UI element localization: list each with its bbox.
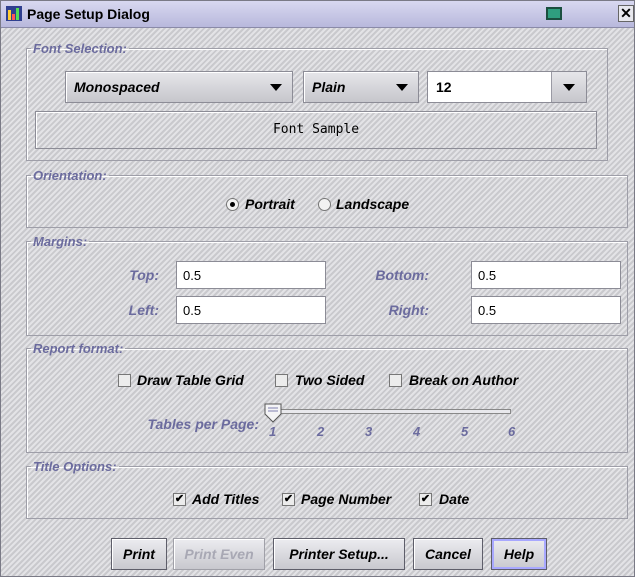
chart-app-icon [6,6,22,21]
date-checkbox[interactable]: ✔ [419,493,432,506]
chevron-down-icon [396,84,408,91]
title-bar[interactable]: Page Setup Dialog ✕ [1,1,634,28]
font-family-value: Monospaced [74,79,160,95]
right-margin-label: Right: [388,302,429,318]
printer-setup-button[interactable]: Printer Setup... [273,538,405,570]
margins-legend: Margins: [33,234,88,249]
font-style-value: Plain [312,79,346,95]
slider-tick-label: 2 [317,424,325,439]
portrait-label[interactable]: Portrait [245,196,295,212]
add-titles-checkbox[interactable]: ✔ [173,493,186,506]
maximize-icon[interactable] [546,7,562,20]
page-number-label[interactable]: Page Number [301,491,391,507]
tables-per-page-label: Tables per Page: [147,416,259,432]
page-number-checkbox[interactable]: ✔ [282,493,295,506]
slider-tick-label: 5 [461,424,469,439]
slider-tick-label: 6 [508,424,516,439]
add-titles-label[interactable]: Add Titles [192,491,259,507]
right-margin-field[interactable]: 0.5 [471,296,621,324]
draw-table-grid-label[interactable]: Draw Table Grid [137,372,244,388]
title-options-group: Title Options: [26,459,628,519]
orientation-legend: Orientation: [33,168,107,183]
help-button[interactable]: Help [491,538,547,570]
close-icon[interactable]: ✕ [618,5,634,22]
font-size-value: 12 [436,79,452,95]
break-on-author-label[interactable]: Break on Author [409,372,518,388]
left-margin-field[interactable]: 0.5 [176,296,326,324]
font-sample-preview: Font Sample [35,111,597,149]
cancel-button[interactable]: Cancel [413,538,483,570]
landscape-radio[interactable] [318,198,331,211]
bottom-margin-label: Bottom: [375,267,429,283]
top-margin-field[interactable]: 0.5 [176,261,326,289]
window-title: Page Setup Dialog [27,6,150,22]
title-options-legend: Title Options: [33,459,117,474]
break-on-author-checkbox[interactable] [389,374,402,387]
slider-tick-label: 4 [413,424,421,439]
tables-per-page-slider[interactable] [273,409,511,414]
font-selection-legend: Font Selection: [33,41,127,56]
print-even-button[interactable]: Print Even [173,538,265,570]
font-style-dropdown[interactable]: Plain [303,71,419,103]
page-setup-dialog: Page Setup Dialog ✕ Font Selection: Mono… [0,0,635,577]
two-sided-label[interactable]: Two Sided [295,372,364,388]
slider-tick-label: 1 [269,424,277,439]
font-family-dropdown[interactable]: Monospaced [65,71,293,103]
bottom-margin-field[interactable]: 0.5 [471,261,621,289]
print-button[interactable]: Print [111,538,167,570]
left-margin-label: Left: [128,302,159,318]
two-sided-checkbox[interactable] [275,374,288,387]
landscape-label[interactable]: Landscape [336,196,409,212]
slider-tick-label: 3 [365,424,373,439]
portrait-radio[interactable] [226,198,239,211]
date-label[interactable]: Date [439,491,469,507]
top-margin-label: Top: [129,267,159,283]
font-size-dropdown-button[interactable] [551,72,586,102]
slider-thumb[interactable] [264,403,282,423]
font-size-combobox[interactable]: 12 [427,71,587,103]
report-format-legend: Report format: [33,341,124,356]
chevron-down-icon [270,84,282,91]
report-format-group: Report format: [26,341,628,453]
draw-table-grid-checkbox[interactable] [118,374,131,387]
chevron-down-icon [563,84,575,91]
